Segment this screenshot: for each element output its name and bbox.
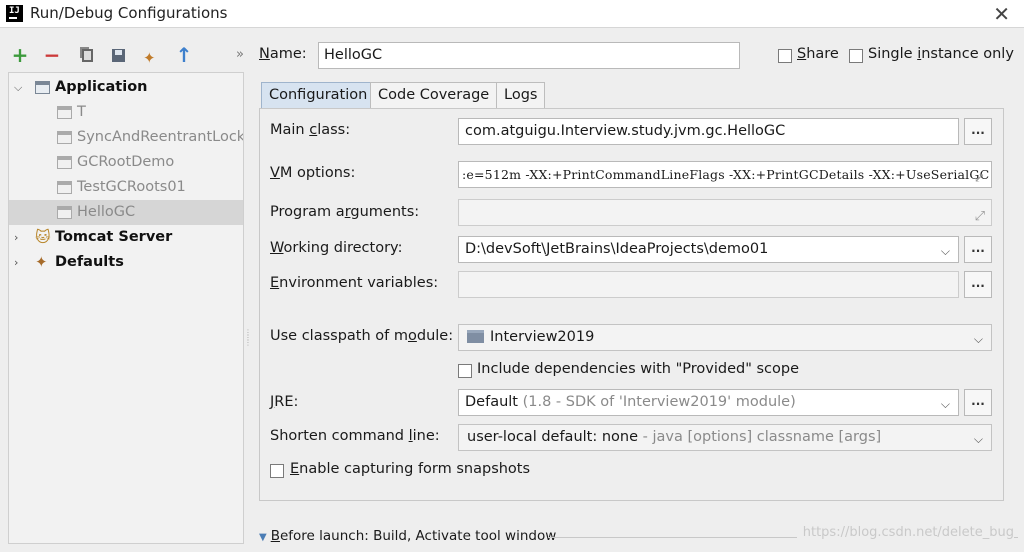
jre-label: JRE: [270,394,299,410]
shorten-command-line-value: user-local default: none [467,429,639,445]
tab-logs[interactable]: Logs [496,82,546,109]
tree-item-label: GCRootDemo [77,154,175,170]
working-directory-field[interactable]: D:\devSoft\JetBrains\IdeaProjects\demo01… [458,236,959,263]
chevron-right-icon[interactable]: › [14,250,18,275]
tree-item-gcrootdemo[interactable]: GCRootDemo [9,150,243,175]
tree-toolbar: + − ✦ ↑ » [8,44,244,67]
watermark: https://blog.csdn.net/delete_bug [796,525,1014,540]
tree-item-defaults[interactable]: › ✦ Defaults [9,250,243,275]
copy-icon[interactable] [78,44,98,66]
config-icon [57,131,72,144]
left-panel: + − ✦ ↑ » ⌵ Application T SyncAndReentra… [0,28,248,552]
vm-options-label: VM options: [270,165,356,181]
shorten-command-line-detail: - java [options] classname [args] [638,429,882,445]
splitter-handle[interactable]: ⋮ ⋮ ⋮ [244,329,252,350]
close-icon[interactable]: ✕ [993,2,1010,26]
module-icon [467,330,484,343]
jre-value: Default [465,394,518,410]
capture-snapshots-label: Enable capturing form snapshots [290,461,531,477]
chevron-down-icon[interactable]: ⌵ [941,239,950,262]
jre-browse-button[interactable]: ... [964,389,992,416]
tree-item-label: T [77,104,86,120]
window-title: Run/Debug Configurations [30,4,228,22]
working-directory-value: D:\devSoft\JetBrains\IdeaProjects\demo01 [465,241,769,257]
expand-icon[interactable]: ⤢ [975,204,985,225]
chevron-down-icon[interactable]: ⌵ [974,327,983,352]
single-instance-checkbox[interactable] [849,49,863,63]
save-icon[interactable] [108,44,128,66]
program-arguments-label: Program arguments: [270,204,420,220]
tree-item-label: SyncAndReentrantLockD [77,129,243,145]
vm-options-field[interactable]: :e=512m -XX:+PrintCommandLineFlags -XX:+… [458,161,992,188]
config-tree: ⌵ Application T SyncAndReentrantLockD GC… [8,72,244,544]
tree-item-label: Application [55,79,148,95]
tab-configuration[interactable]: Configuration [261,82,376,109]
vm-options-value: :e=512m -XX:+PrintCommandLineFlags -XX:+… [462,167,990,182]
title-bar: IJ Run/Debug Configurations ✕ [0,0,1024,28]
tree-item-label: HelloGC [77,204,136,220]
chevron-down-icon[interactable]: ⌵ [974,427,983,452]
capture-snapshots-checkbox[interactable] [270,464,284,478]
chevron-right-icon[interactable]: › [14,225,18,250]
add-icon[interactable]: + [10,44,30,66]
config-icon [57,106,72,119]
tomcat-icon: 🐱 [35,228,51,246]
share-label: Share [797,46,839,62]
move-up-icon[interactable]: ↑ [174,44,194,66]
environment-variables-label: Environment variables: [270,275,439,291]
main-class-browse-button[interactable]: ... [964,118,992,145]
tree-item-label: TestGCRoots01 [77,179,186,195]
config-icon [57,181,72,194]
tree-item-syncandreentrantlock[interactable]: SyncAndReentrantLockD [9,125,243,150]
environment-variables-browse-button[interactable]: ... [964,271,992,298]
name-input[interactable]: HelloGC [318,42,740,69]
config-icon [57,206,72,219]
environment-variables-field[interactable] [458,271,959,298]
application-icon [35,81,50,94]
include-provided-checkbox[interactable] [458,364,472,378]
classpath-module-label: Use classpath of module: [270,328,454,344]
tree-item-testgcroots01[interactable]: TestGCRoots01 [9,175,243,200]
jre-dropdown[interactable]: Default (1.8 - SDK of 'Interview2019' mo… [458,389,959,416]
working-directory-browse-button[interactable]: ... [964,236,992,263]
defaults-wrench-icon: ✦ [35,253,48,271]
intellij-icon: IJ [6,5,23,22]
program-arguments-field[interactable]: ⤢ [458,199,992,226]
share-checkbox[interactable] [778,49,792,63]
more-icon[interactable]: » [230,44,250,66]
remove-icon[interactable]: − [42,44,62,66]
main-class-field[interactable]: com.atguigu.Interview.study.jvm.gc.Hello… [458,118,959,145]
single-instance-label: Single instance only [868,46,1014,62]
tree-item-hellogc[interactable]: HelloGC [9,200,243,225]
classpath-module-value: Interview2019 [490,329,595,345]
wrench-icon[interactable]: ✦ [140,44,160,67]
triangle-down-icon[interactable]: ▼ [259,532,267,543]
tab-code-coverage[interactable]: Code Coverage [370,82,498,109]
before-launch-section[interactable]: ▼ Before launch: Build, Activate tool win… [259,528,556,544]
chevron-down-icon[interactable]: ⌵ [14,75,22,100]
shorten-command-line-label: Shorten command line: [270,428,440,444]
expand-icon[interactable]: ⤢ [974,166,985,187]
config-icon [57,156,72,169]
tree-item-t[interactable]: T [9,100,243,125]
tree-item-application[interactable]: ⌵ Application [9,75,243,100]
jre-value-detail: (1.8 - SDK of 'Interview2019' module) [517,394,796,410]
main-class-label: Main class: [270,122,351,138]
working-directory-label: Working directory: [270,240,403,256]
chevron-down-icon[interactable]: ⌵ [941,392,950,415]
shorten-command-line-dropdown[interactable]: user-local default: none - java [options… [458,424,992,451]
tree-item-tomcat-server[interactable]: › 🐱 Tomcat Server [9,225,243,250]
name-label: Name: [259,46,307,62]
tree-item-label: Tomcat Server [55,229,173,245]
tree-item-label: Defaults [55,254,124,270]
classpath-module-dropdown[interactable]: Interview2019 ⌵ [458,324,992,351]
include-provided-label: Include dependencies with "Provided" sco… [477,361,800,377]
